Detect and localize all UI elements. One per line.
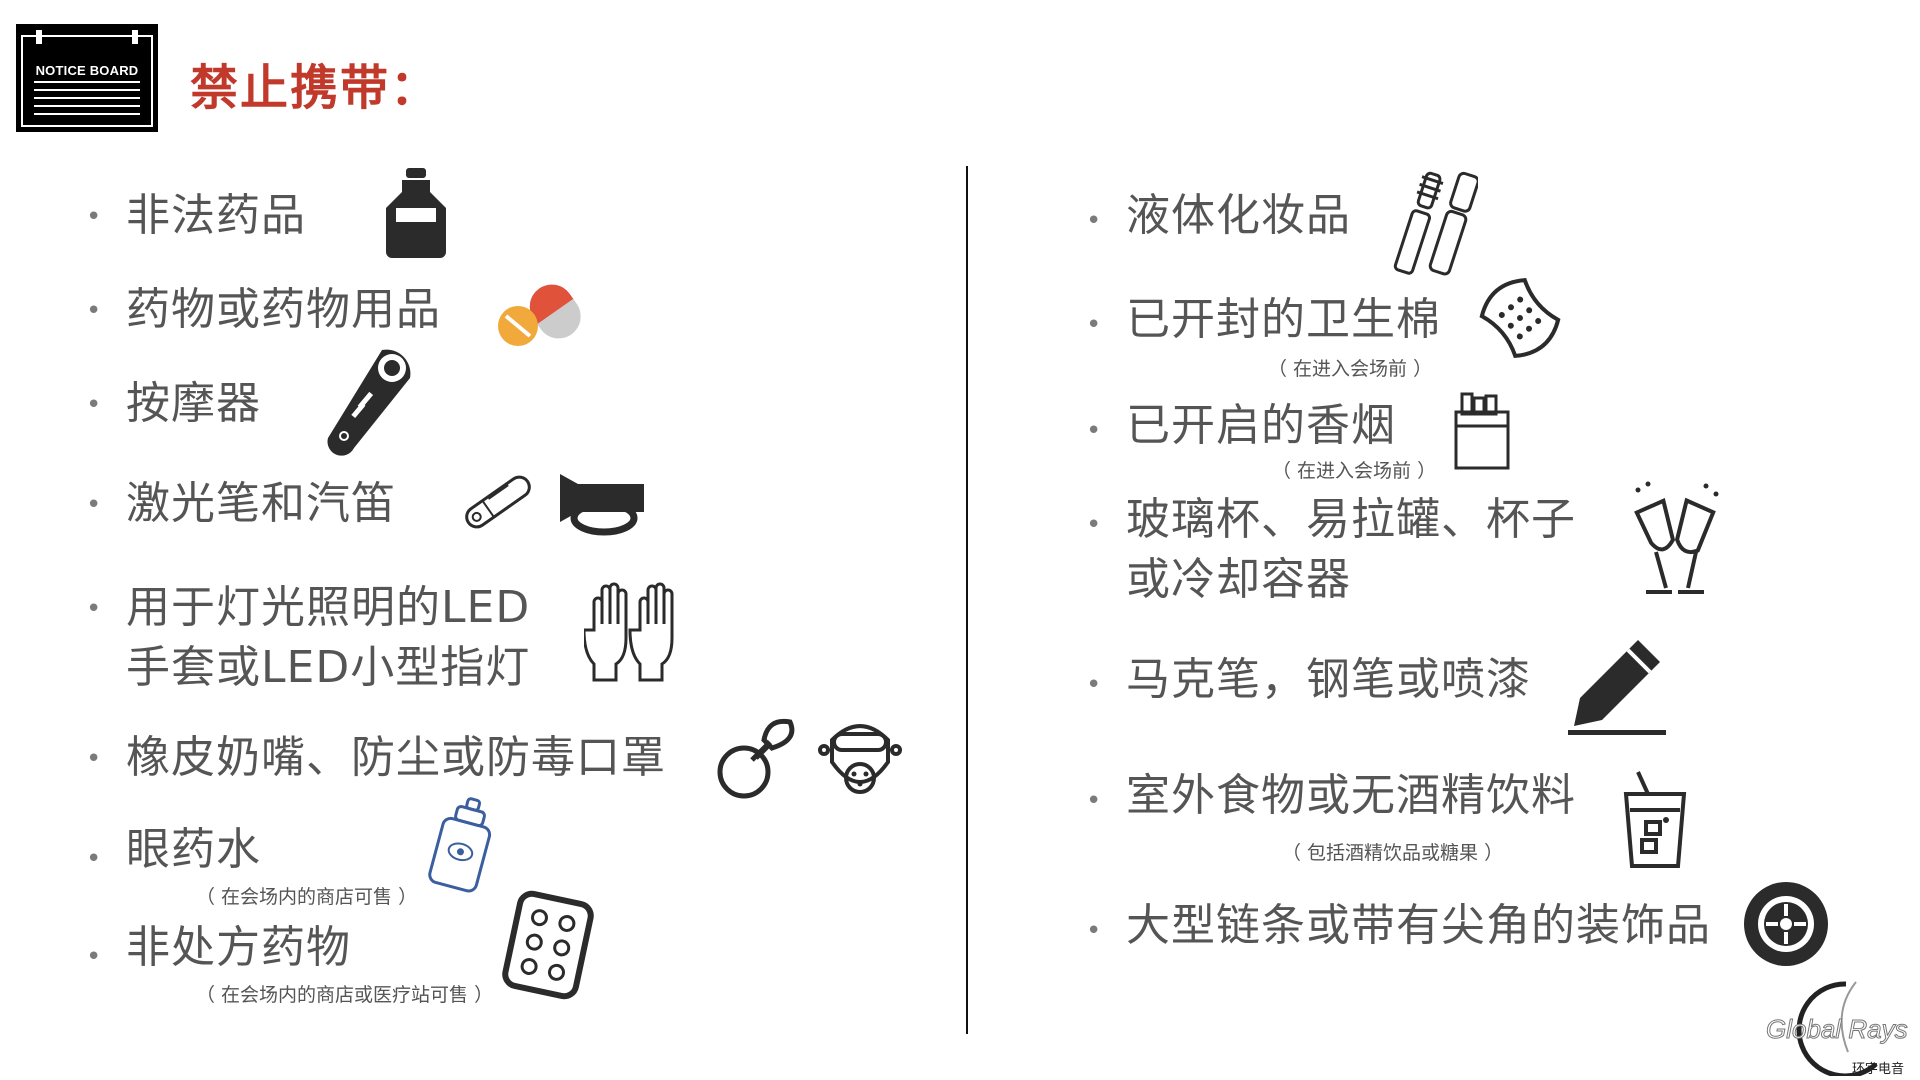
item-label: 已开启的香烟	[1126, 400, 1396, 451]
page-title: 禁止携带：	[190, 60, 441, 116]
item-note: （ 在会场内的商店可售 ）	[196, 886, 418, 908]
bullet: •	[1086, 670, 1102, 700]
bullet: •	[86, 844, 102, 874]
champagne-glasses-icon	[1634, 481, 1719, 594]
item-label: 马克笔，钢笔或喷漆	[1126, 654, 1531, 705]
bullet: •	[1086, 310, 1102, 340]
item-label: 液体化妆品	[1126, 190, 1351, 241]
item-label-line2: 或冷却容器	[1126, 554, 1351, 605]
item-note: （ 在会场内的商店或医疗站可售 ）	[196, 984, 494, 1006]
pad-icon	[1479, 277, 1561, 359]
bullet: •	[86, 594, 102, 624]
bullet: •	[86, 202, 102, 232]
logo-text: Global Rays	[1766, 1014, 1909, 1045]
item-label: 按摩器	[126, 378, 261, 429]
item-label: 大型链条或带有尖角的装饰品	[1126, 900, 1711, 951]
bullet: •	[1086, 916, 1102, 946]
laser-pen-icon	[465, 475, 531, 529]
gloves-icon	[584, 582, 674, 682]
bullet: •	[86, 490, 102, 520]
pacifier-icon	[717, 718, 795, 799]
pills-icon	[498, 284, 581, 346]
bottle-icon	[386, 168, 446, 258]
item-label: 已开封的卫生棉	[1126, 294, 1441, 345]
item-note: （ 在进入会场前 ）	[1272, 460, 1437, 482]
massager-icon	[327, 349, 411, 456]
mascara-icon	[1393, 171, 1478, 276]
item-label: 室外食物或无酒精饮料	[1126, 770, 1576, 821]
bullet: •	[86, 296, 102, 326]
item-label: 激光笔和汽笛	[126, 478, 396, 529]
eye-drops-icon	[428, 797, 492, 893]
item-label: 药物或药物用品	[126, 284, 441, 335]
item-label-line2: 手套或LED小型指灯	[126, 642, 531, 693]
bullet: •	[86, 390, 102, 420]
item-label: 眼药水	[126, 824, 261, 875]
gas-mask-icon	[818, 724, 902, 794]
bullet: •	[1086, 206, 1102, 236]
logo-subtext: 环宇电音	[1852, 1062, 1905, 1077]
bullet: •	[86, 744, 102, 774]
spiked-wheel-icon	[1744, 882, 1828, 966]
item-label: 非处方药物	[126, 922, 351, 973]
pill-pack-icon	[502, 890, 594, 1000]
pencil-icon	[1568, 640, 1666, 735]
bullet: •	[1086, 510, 1102, 540]
column-divider	[966, 166, 968, 1034]
horn-icon	[560, 474, 644, 536]
item-note: （ 在进入会场前 ）	[1268, 358, 1433, 380]
item-label-line1: 玻璃杯、易拉罐、杯子	[1126, 494, 1576, 545]
item-note: （ 包括酒精饮品或糖果 ）	[1282, 842, 1504, 864]
bullet: •	[1086, 416, 1102, 446]
notice-board-icon: NOTICE BOARD	[16, 24, 158, 132]
item-label: 橡皮奶嘴、防尘或防毒口罩	[126, 732, 666, 783]
bullet: •	[86, 942, 102, 972]
item-label: 非法药品	[126, 190, 306, 241]
bullet: •	[1086, 786, 1102, 816]
soft-drink-icon	[1623, 771, 1687, 868]
cigarette-pack-icon	[1454, 392, 1510, 470]
item-label-line1: 用于灯光照明的LED	[126, 582, 531, 633]
notice-board-label: NOTICE BOARD	[35, 63, 139, 78]
